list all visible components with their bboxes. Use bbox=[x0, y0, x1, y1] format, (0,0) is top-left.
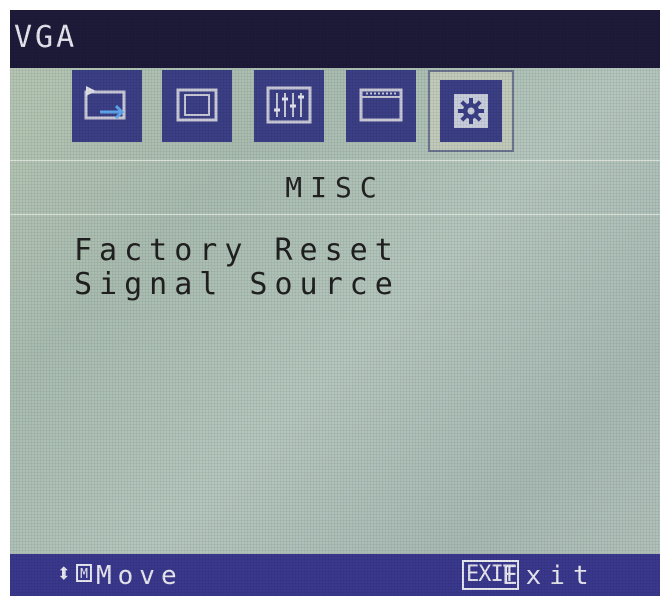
section-title: MISC bbox=[285, 171, 385, 204]
menu-key-icon: M bbox=[76, 564, 92, 582]
tab-image-position[interactable] bbox=[162, 70, 232, 142]
display-setup-icon bbox=[359, 88, 403, 122]
color-adjust-icon bbox=[266, 86, 312, 124]
tab-input-source[interactable] bbox=[72, 70, 142, 142]
misc-tab-inner bbox=[440, 80, 502, 142]
tab-misc[interactable] bbox=[428, 70, 514, 152]
osd-menu: VGA MISC Factory Reset Signal Source ⬍ M… bbox=[10, 10, 660, 596]
osd-footer: ⬍ M Move EXIT Exit bbox=[10, 554, 660, 596]
menu-item-signal-source[interactable]: Signal Source bbox=[74, 269, 400, 301]
image-position-icon bbox=[176, 88, 218, 122]
tab-color-adjust[interactable] bbox=[254, 70, 324, 142]
misc-settings-icon bbox=[454, 94, 488, 128]
divider-top bbox=[10, 160, 660, 161]
move-label: Move bbox=[96, 561, 183, 591]
menu-item-factory-reset[interactable]: Factory Reset bbox=[74, 235, 400, 267]
input-source-icon bbox=[84, 86, 126, 120]
input-source-label: VGA bbox=[14, 20, 78, 55]
divider-bottom bbox=[10, 214, 660, 215]
up-down-arrow-icon: ⬍ bbox=[56, 559, 72, 589]
exit-label: Exit bbox=[502, 561, 597, 591]
tab-display-setup[interactable] bbox=[346, 70, 416, 142]
osd-header: VGA bbox=[10, 10, 660, 68]
